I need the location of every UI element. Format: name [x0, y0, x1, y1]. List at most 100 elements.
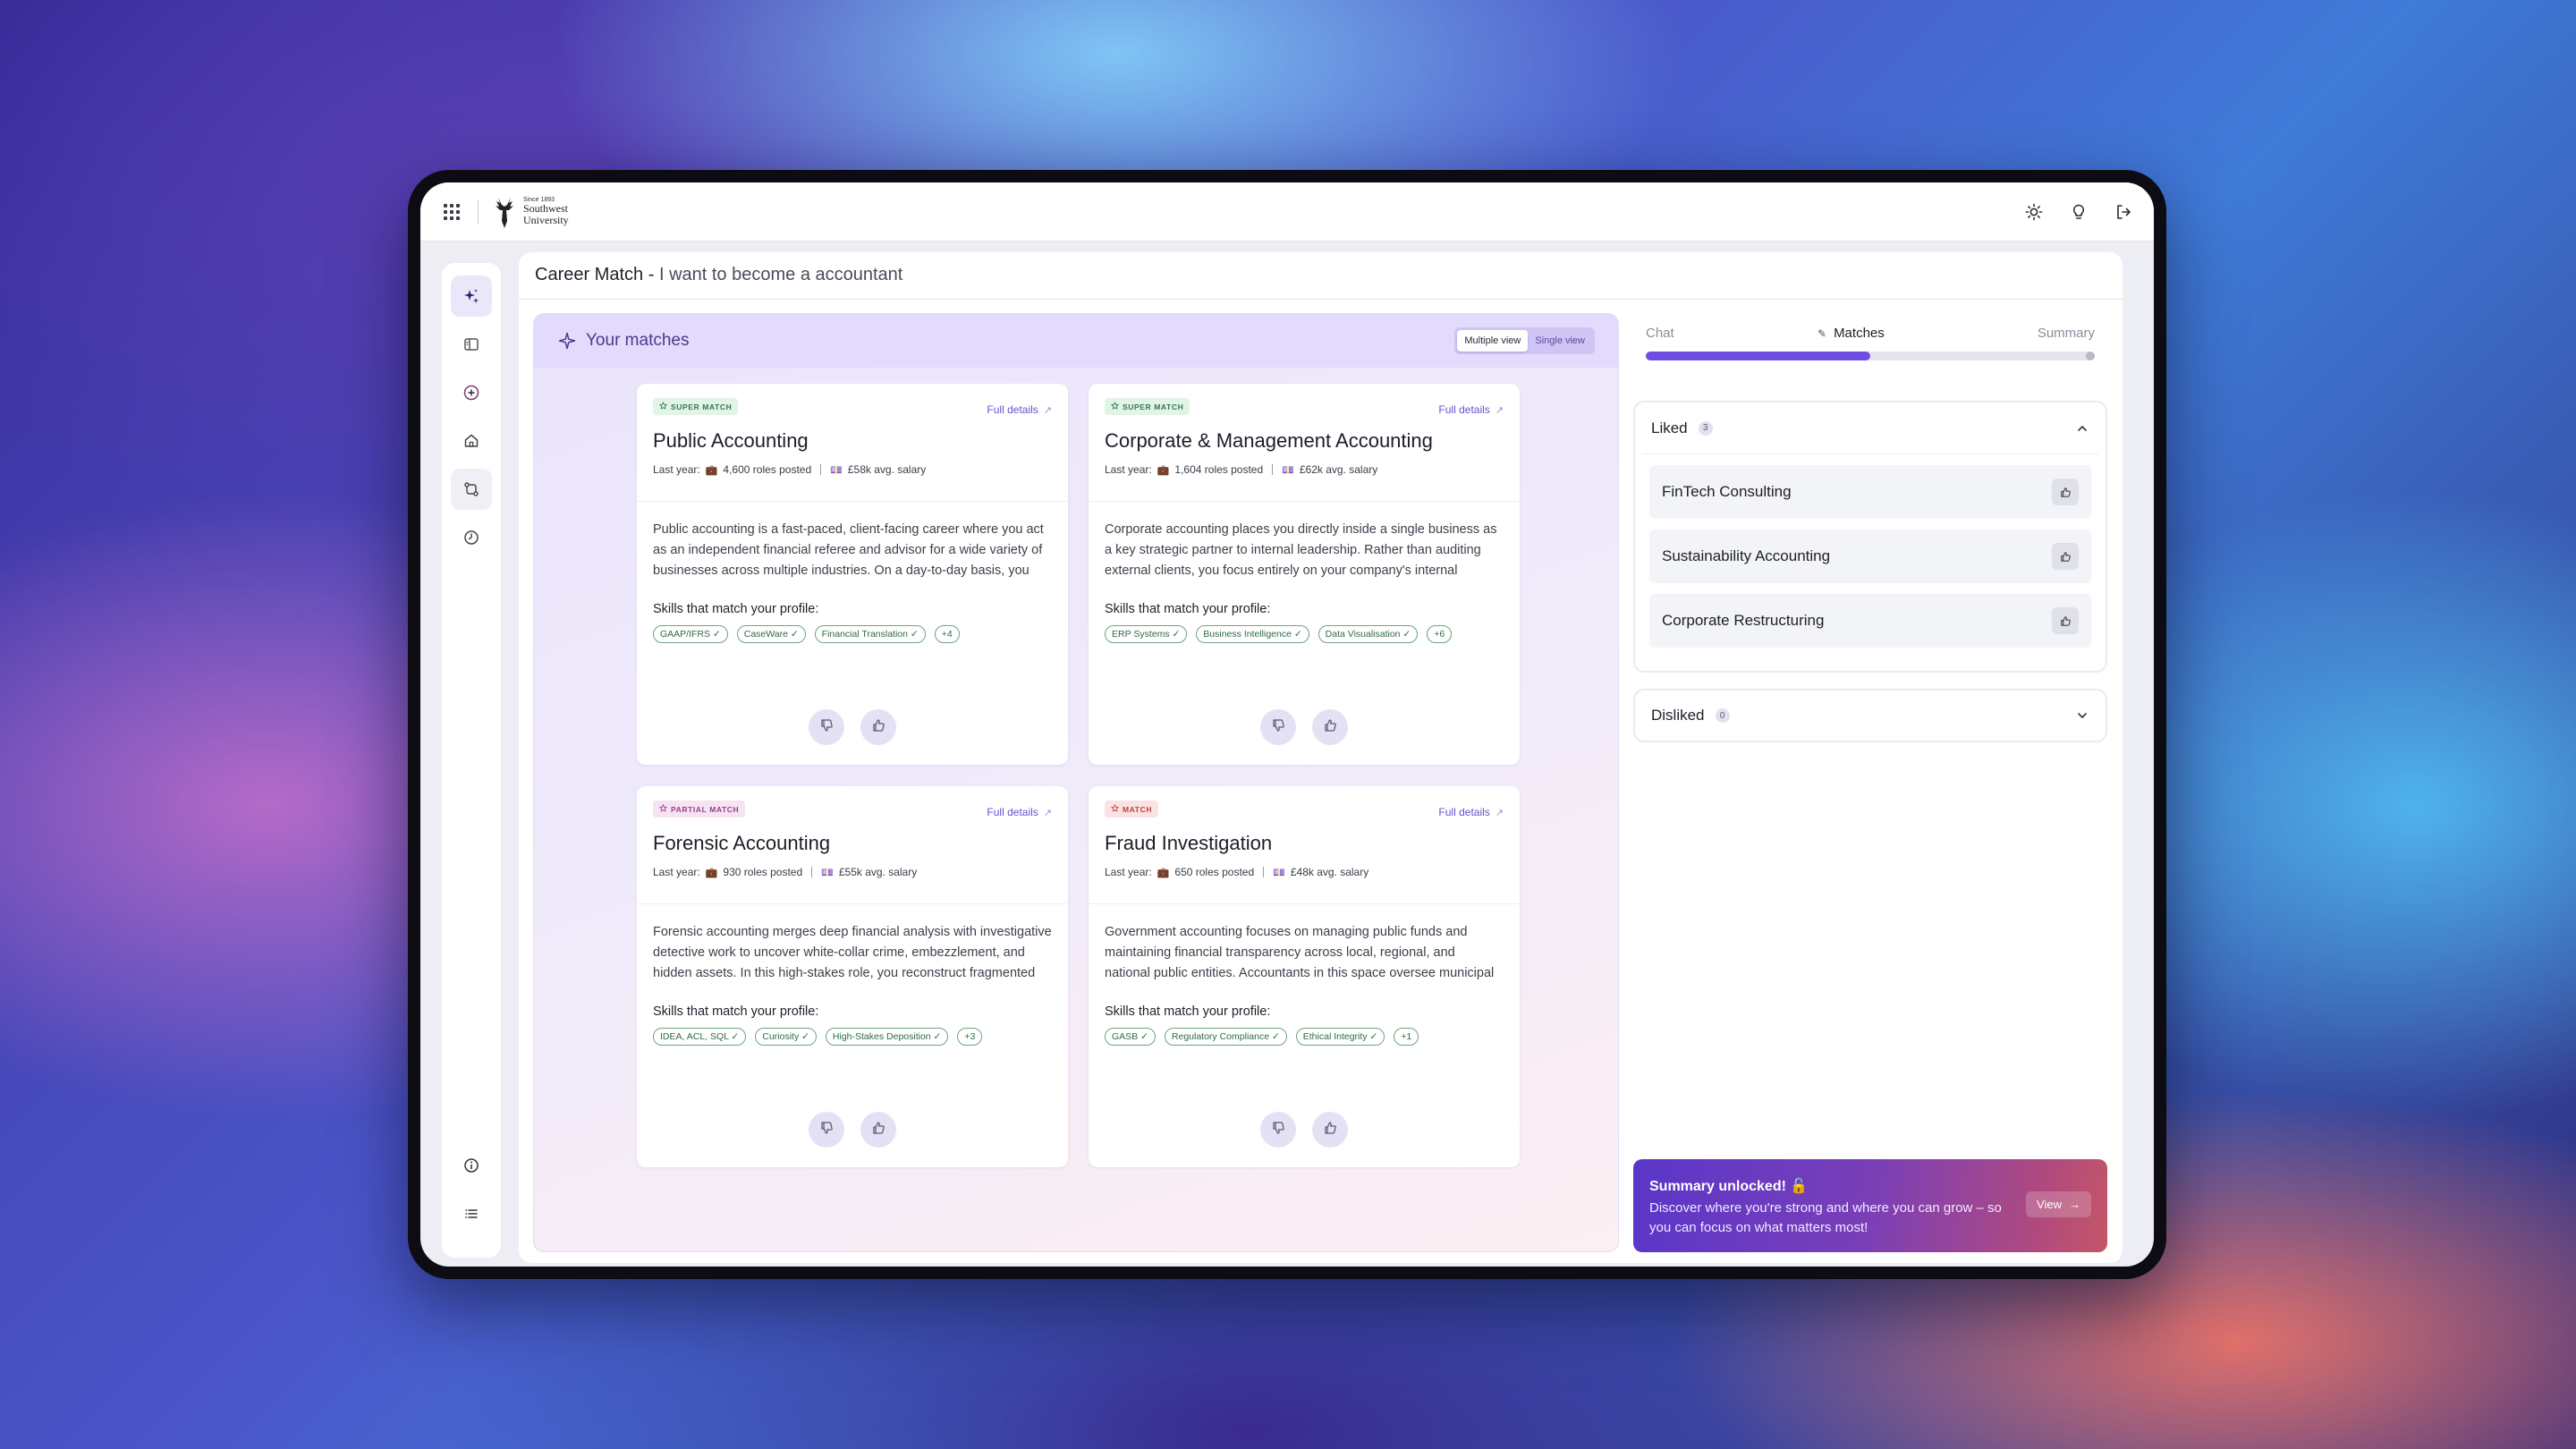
skill-chip[interactable]: Ethical Integrity ✓	[1295, 1028, 1385, 1046]
money-icon: 💷	[830, 464, 843, 476]
right-column: Chat ✎ Matches Summary Liked 3 FinTech C…	[1633, 313, 2107, 1252]
dislike-button[interactable]	[809, 1112, 844, 1148]
dislike-button[interactable]	[1260, 1112, 1296, 1148]
skills-list: IDEA, ACL, SQL ✓ Curiosity ✓ High-Stakes D…	[637, 1019, 1068, 1046]
full-details-link[interactable]: Full details ↗	[987, 403, 1052, 416]
full-details-label: Full details	[1438, 403, 1490, 416]
skill-chip[interactable]: IDEA, ACL, SQL ✓	[653, 1028, 747, 1046]
step-summary[interactable]: Summary	[2038, 326, 2095, 341]
skill-chip[interactable]: +3	[957, 1028, 983, 1046]
full-details-link[interactable]: Full details ↗	[987, 806, 1052, 818]
pencil-icon: ✎	[1818, 326, 1827, 340]
multiple-view-button[interactable]: Multiple view	[1457, 330, 1529, 352]
skill-chip[interactable]: GAAP/IFRS ✓	[653, 625, 728, 643]
sidebar-item-info[interactable]	[451, 1145, 492, 1186]
roles-posted: 1,604 roles posted	[1174, 463, 1264, 476]
matches-panel-title: Your matches	[586, 331, 690, 350]
university-logo[interactable]: Since 1893 Southwest University	[491, 194, 569, 230]
disliked-section: Disliked 0	[1633, 689, 2107, 742]
thumbs-up-icon[interactable]	[2052, 479, 2079, 505]
lightbulb-icon[interactable]	[2070, 203, 2088, 221]
liked-item-label: Sustainability Accounting	[1662, 547, 1831, 564]
career-stats: Last year: 💼 1,604 roles posted 💷 £62k avg. …	[1105, 463, 1504, 476]
briefcase-icon: 💼	[705, 464, 718, 476]
star-icon	[658, 803, 668, 814]
skills-label: Skills that match your profile:	[653, 602, 819, 616]
sidebar-item-new[interactable]	[451, 372, 492, 413]
external-arrow-icon: ↗	[1043, 807, 1052, 818]
step-chat[interactable]: Chat	[1646, 326, 1674, 341]
star-icon	[1110, 401, 1120, 411]
chevron-down-icon[interactable]	[2075, 708, 2089, 723]
page-title-goal: I want to become a accountant	[658, 265, 903, 284]
thumbs-down-icon	[1270, 1120, 1286, 1140]
thumbs-up-icon[interactable]	[2052, 543, 2079, 570]
skill-chip[interactable]: Business Intelligence ✓	[1196, 625, 1309, 643]
plus-circle-icon	[463, 385, 479, 401]
sidebar-item-layout[interactable]	[451, 324, 492, 365]
thumbs-up-icon[interactable]	[2052, 607, 2079, 634]
sidebar-item-history[interactable]	[451, 517, 492, 558]
thumbs-down-icon	[818, 717, 835, 738]
match-badge-label: SUPER MATCH	[671, 402, 733, 411]
like-button[interactable]	[1312, 1112, 1348, 1148]
stats-prefix: Last year:	[653, 866, 700, 878]
thumbs-up-icon	[1322, 717, 1338, 738]
header-divider	[519, 299, 2123, 300]
career-title: Fraud Investigation	[1105, 832, 1273, 854]
sidebar-item-menu[interactable]	[451, 1193, 492, 1234]
career-title: Public Accounting	[653, 429, 809, 452]
career-description: Public accounting is a fast-paced, clien…	[653, 522, 1044, 578]
match-card: SUPER MATCH Full details ↗ Corporate & Mana…	[1089, 384, 1520, 765]
sidebar-item-home[interactable]	[451, 420, 492, 462]
match-card: SUPER MATCH Full details ↗ Public Accountin…	[637, 384, 1068, 765]
career-description: Corporate accounting places you directly…	[1105, 522, 1497, 578]
logout-icon[interactable]	[2114, 203, 2132, 221]
progress-track	[1646, 352, 2095, 360]
progress-end-dot	[2086, 352, 2095, 360]
skills-list: ERP Systems ✓ Business Intelligence ✓ Data…	[1089, 616, 1520, 643]
card-actions	[637, 709, 1068, 745]
theme-sun-icon[interactable]	[2025, 203, 2043, 221]
skill-chip[interactable]: CaseWare ✓	[736, 625, 806, 643]
dislike-button[interactable]	[1260, 709, 1296, 745]
single-view-button[interactable]: Single view	[1528, 330, 1592, 352]
summary-view-button[interactable]: View →	[2026, 1191, 2091, 1217]
skill-chip[interactable]: GASB ✓	[1105, 1028, 1156, 1046]
disliked-header[interactable]: Disliked 0	[1642, 691, 2098, 741]
skill-chip[interactable]: +4	[934, 625, 960, 643]
full-details-link[interactable]: Full details ↗	[1438, 403, 1504, 416]
full-details-link[interactable]: Full details ↗	[1438, 806, 1504, 818]
career-stats: Last year: 💼 4,600 roles posted 💷 £58k avg. …	[653, 463, 1052, 476]
dislike-button[interactable]	[809, 709, 844, 745]
skill-chip[interactable]: Regulatory Compliance ✓	[1164, 1028, 1287, 1046]
career-description: Forensic accounting merges deep financia…	[653, 925, 1052, 980]
skill-chip[interactable]: +1	[1394, 1028, 1419, 1046]
apps-grid-icon[interactable]	[442, 202, 462, 222]
topbar-divider	[478, 199, 479, 225]
skill-chip[interactable]: Curiosity ✓	[755, 1028, 817, 1046]
avg-salary: £48k avg. salary	[1290, 866, 1369, 878]
like-button[interactable]	[860, 709, 896, 745]
step-matches[interactable]: ✎ Matches	[1818, 326, 1885, 341]
skill-chip[interactable]: Data Visualisation ✓	[1318, 625, 1419, 643]
sidebar-item-routes[interactable]	[451, 469, 492, 510]
like-button[interactable]	[860, 1112, 896, 1148]
liked-item[interactable]: FinTech Consulting	[1649, 465, 2091, 519]
skills-label: Skills that match your profile:	[1105, 602, 1271, 616]
liked-item[interactable]: Corporate Restructuring	[1649, 594, 2091, 648]
like-button[interactable]	[1312, 709, 1348, 745]
liked-header[interactable]: Liked 3	[1642, 402, 2098, 454]
chevron-up-icon[interactable]	[2075, 421, 2089, 436]
money-icon: 💷	[1282, 464, 1294, 476]
skill-chip[interactable]: High-Stakes Deposition ✓	[825, 1028, 949, 1046]
sidebar-item-career-match[interactable]	[451, 275, 492, 317]
star-icon	[658, 401, 668, 411]
liked-item[interactable]: Sustainability Accounting	[1649, 530, 2091, 583]
skill-chip[interactable]: Financial Translation ✓	[814, 625, 926, 643]
avg-salary: £62k avg. salary	[1299, 463, 1378, 476]
skill-chip[interactable]: ERP Systems ✓	[1105, 625, 1188, 643]
skill-chip[interactable]: +6	[1427, 625, 1453, 643]
left-sidebar	[442, 263, 501, 1258]
roles-posted: 4,600 roles posted	[723, 463, 812, 476]
